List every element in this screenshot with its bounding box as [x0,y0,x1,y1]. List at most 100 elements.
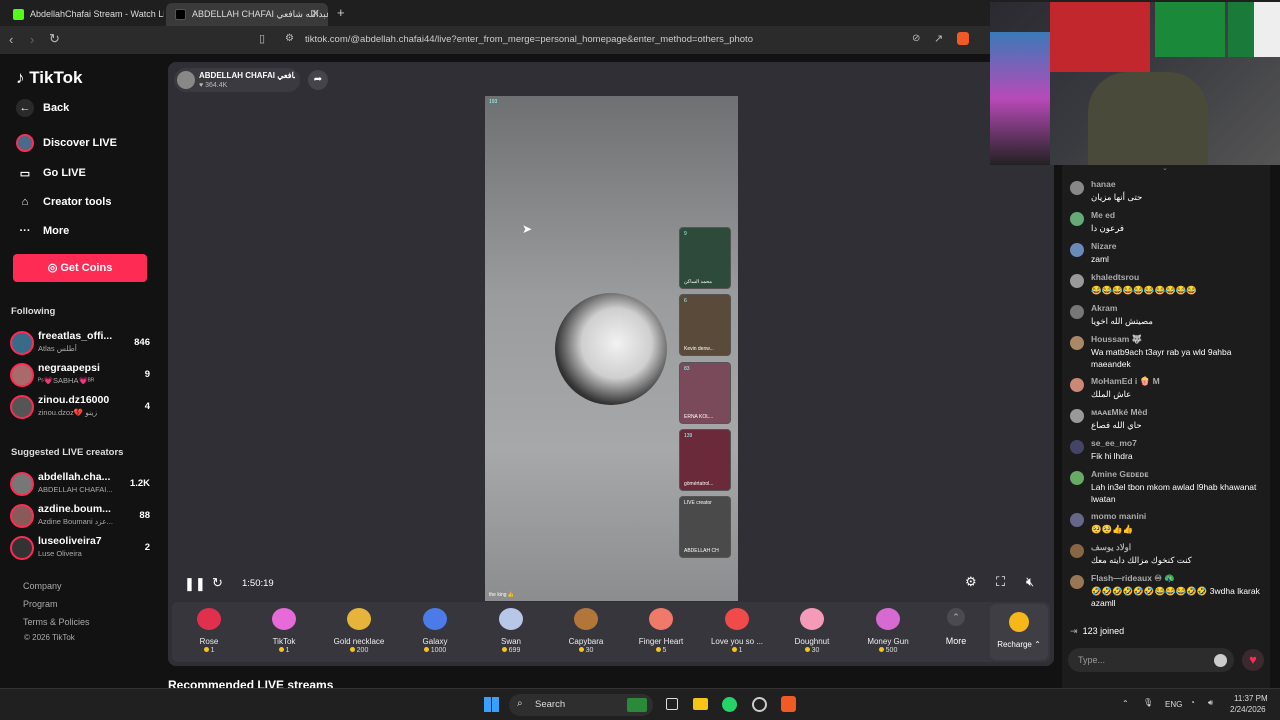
browser-tab-2[interactable]: ABDELLAH CHAFAI عبدالله شافعي ✕ [166,3,328,26]
gift-item[interactable]: TikTok 1 [247,608,321,654]
share-button[interactable]: ➦ [308,70,328,90]
avatar[interactable] [1070,274,1084,288]
chat-username[interactable]: Amine Gᴇᴅᴇᴅᴇ [1091,469,1148,479]
avatar[interactable] [1070,513,1084,527]
gift-item[interactable]: Rose 1 [172,608,246,654]
emoji-icon[interactable] [1214,654,1227,667]
windows-start-icon[interactable] [484,697,499,712]
footer-link-program[interactable]: Program [23,599,58,609]
avatar[interactable] [1070,409,1084,423]
chat-username[interactable]: khaledtsrou [1091,272,1139,282]
forward-arrow-icon[interactable]: › [30,32,34,47]
gift-item[interactable]: Galaxy 1000 [398,608,472,654]
chat-username[interactable]: Akram [1091,303,1117,313]
pause-icon[interactable]: ❚❚ [184,576,206,592]
keyboard-language[interactable]: ENG [1165,700,1182,709]
new-tab-button[interactable]: + [337,5,345,20]
footer-link-company[interactable]: Company [23,581,62,591]
chat-username[interactable]: اولاد يوسف [1091,542,1131,553]
nav-creator-tools[interactable]: ⌂ Creator tools [16,193,112,211]
address-bar[interactable]: ⚙ tiktok.com/@abdellah.chafai44/live?ent… [276,29,996,51]
avatar[interactable] [1070,544,1084,558]
taskbar-search[interactable]: ⌕ Search [509,694,653,716]
avatar[interactable] [1070,243,1084,257]
nav-more[interactable]: ··· More [16,222,70,240]
chat-username[interactable]: Me ed [1091,210,1115,220]
avatar[interactable] [1070,336,1084,350]
gift-item[interactable]: Finger Heart 5 [624,608,698,654]
avatar[interactable] [1070,212,1084,226]
gift-item[interactable]: Swan 699 [474,608,548,654]
nav-go-live[interactable]: ▭ Go LIVE [16,164,86,182]
avatar[interactable] [1070,575,1084,589]
suggested-account[interactable]: azdine.boum... Azdine Boumani عزد... 88 [10,502,158,530]
reader-off-icon[interactable]: ⊘ [912,33,920,44]
gift-item[interactable]: Doughnut 30 [775,608,849,654]
suggested-account[interactable]: luseoliveira7 Luse Oliveira 2 [10,534,158,562]
guest-tile[interactable]: LIVE creator ABDELLAH CH [679,496,731,558]
nav-discover-live[interactable]: Discover LIVE [16,134,117,152]
fullscreen-icon[interactable]: ⛶ [996,574,1005,590]
clock-date[interactable]: 2/24/2026 [1230,705,1266,714]
following-account[interactable]: negraapepsi ᴾˢ💗SABHA💗ᴮᴿ 9 [10,361,158,389]
replay-icon[interactable]: ↻ [212,575,223,591]
following-account[interactable]: zinou.dz16000 zinou.dzoz💔 زينو 4 [10,393,158,421]
bookmark-icon[interactable]: ▯ [259,32,265,45]
tiktok-logo[interactable]: ♪ TikTok [16,68,82,88]
clock-time[interactable]: 11:37 PM [1234,694,1268,703]
avatar[interactable] [1070,181,1084,195]
chat-username[interactable]: ᴍᴀᴀᴇMké Mèd [1091,407,1147,417]
share-icon[interactable]: ↗ [934,32,943,45]
host-info[interactable]: ABDELLAH CHAFAI عبدالله شافعي ♥ 364.4K [174,68,300,92]
guest-tile[interactable]: 139 gömértatrol... [679,429,731,491]
like-heart-icon[interactable]: ♥ [1242,649,1264,671]
recharge-button[interactable]: Recharge ⌃ [990,604,1048,660]
avatar [10,331,34,355]
app-icon[interactable] [752,697,767,712]
tray-chevron-icon[interactable]: ⌃ [1122,699,1129,708]
avatar[interactable] [1070,305,1084,319]
volume-icon[interactable]: 🔊︎ [1208,698,1213,708]
avatar[interactable] [1070,440,1084,454]
chat-username[interactable]: MoHamEd i 🍿 M [1091,376,1160,387]
avatar[interactable] [1070,378,1084,392]
footer-link-terms[interactable]: Terms & Policies [23,617,90,627]
guest-tile[interactable]: 83 ERNA KOL... [679,362,731,424]
more-gifts-button[interactable]: ⌃ More [938,608,974,646]
guest-tile[interactable]: 6 Kevin denw... [679,294,731,356]
gift-item[interactable]: Love you so ... 1 [700,608,774,654]
chat-username[interactable]: Houssam 🐺 [1091,334,1142,345]
stream-video[interactable]: 193 ➤ 9 محمد الساكن 6 Kevin denw... 83 ERNA… [485,96,738,601]
chat-username[interactable]: Flash—rideaux ♾ 🦚 [1091,573,1175,584]
settings-gear-icon[interactable]: ⚙ [965,574,977,590]
guest-tile[interactable]: 9 محمد الساكن [679,227,731,289]
chat-input[interactable]: Type... [1068,648,1234,672]
browser-tab-1[interactable]: AbdellahChafai Stream - Watch Live [4,3,164,26]
chat-username[interactable]: hanae [1091,179,1116,189]
site-info-icon[interactable]: ⚙ [285,33,294,44]
gift-item[interactable]: Gold necklace 200 [322,608,396,654]
close-tab-icon[interactable]: ✕ [311,7,320,20]
back-arrow-icon[interactable]: ‹ [9,32,13,47]
cursor-arrow-icon: ➤ [522,222,533,236]
mute-icon[interactable]: 🔇︎ [1026,574,1034,590]
avatar[interactable] [1070,471,1084,485]
brave-shield-icon[interactable] [957,32,969,45]
microphone-icon[interactable]: 🎙︎ [1143,698,1153,707]
whatsapp-icon[interactable] [722,697,737,712]
network-icon[interactable]: ◔ [1190,698,1195,707]
following-account[interactable]: freeatlas_offi... Atlas أطلس 846 [10,329,158,357]
chat-username[interactable]: Nizare [1091,241,1117,251]
brave-browser-icon[interactable] [781,696,796,712]
chat-username[interactable]: momo manini [1091,511,1146,521]
task-view-icon[interactable] [666,698,678,710]
back-button[interactable]: ← Back [16,99,69,117]
suggested-account[interactable]: abdellah.cha... ABDELLAH CHAFAI... 1.2K [10,470,158,498]
get-coins-button[interactable]: ◎ Get Coins [13,254,147,282]
gift-item[interactable]: Capybara 30 [549,608,623,654]
live-player[interactable]: ABDELLAH CHAFAI عبدالله شافعي ♥ 364.4K ➦… [168,62,1054,666]
file-explorer-icon[interactable] [693,698,708,710]
chat-username[interactable]: se_ee_mo7 [1091,438,1137,448]
reload-icon[interactable]: ↻ [49,31,60,47]
gift-item[interactable]: Money Gun 500 [851,608,925,654]
